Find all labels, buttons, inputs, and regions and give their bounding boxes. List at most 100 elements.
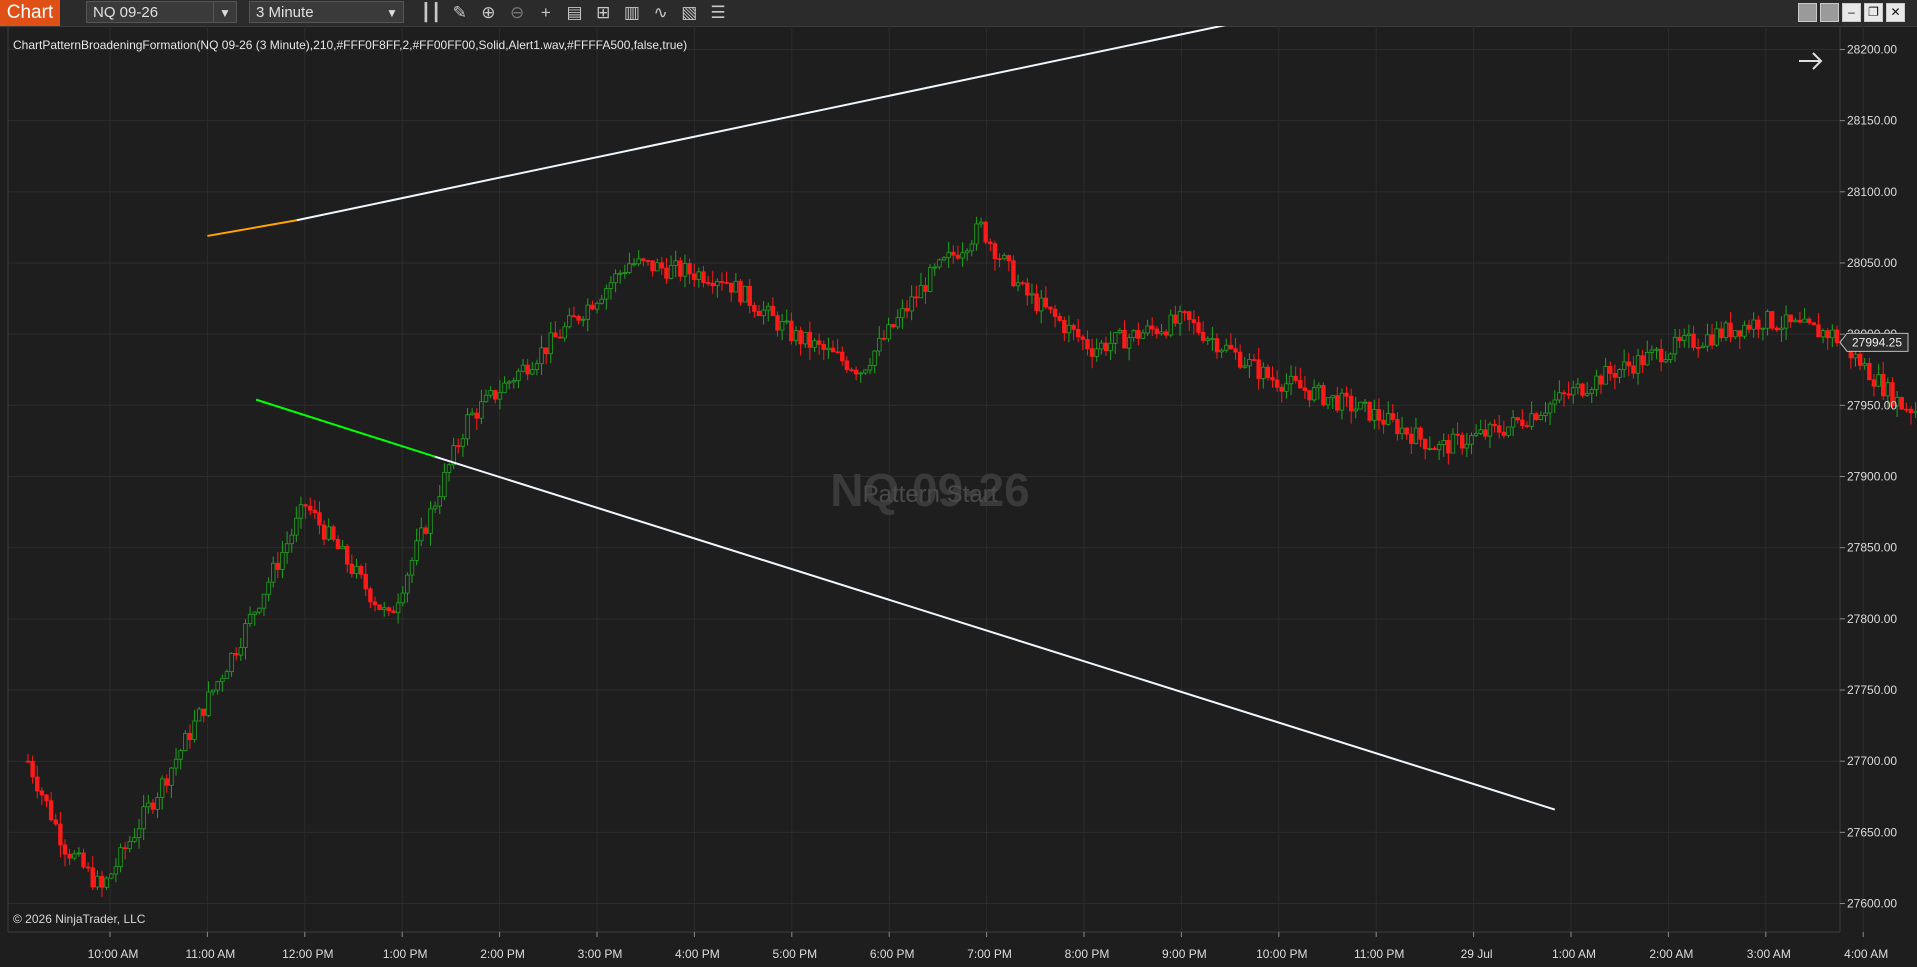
candle-body bbox=[1339, 392, 1345, 411]
template-icon[interactable]: ▧ bbox=[677, 2, 701, 24]
minimize-icon[interactable]: – bbox=[1842, 3, 1861, 22]
pattern-line-upper[interactable] bbox=[296, 26, 1279, 222]
candle-body bbox=[840, 351, 845, 362]
candle-body bbox=[1441, 440, 1446, 445]
candle-body bbox=[1251, 359, 1257, 361]
tile-icon[interactable] bbox=[1798, 3, 1817, 22]
candle-body bbox=[1617, 369, 1622, 378]
candle-body bbox=[187, 732, 193, 741]
time-axis[interactable]: 10:00 AM 11:00 AM 12:00 PM 1:00 PM 2:00 PM 3:… bbox=[88, 932, 1889, 961]
candle-body bbox=[368, 588, 373, 603]
candle-body bbox=[1284, 383, 1289, 392]
candle-body bbox=[1196, 322, 1201, 333]
chart-style-icon[interactable]: ▥ bbox=[620, 2, 644, 24]
candle-body bbox=[62, 844, 68, 855]
candle-body bbox=[497, 392, 503, 400]
candle-body bbox=[821, 343, 826, 350]
strategy-icon[interactable]: ∿ bbox=[649, 2, 673, 24]
pattern-line-upper-start[interactable] bbox=[207, 219, 297, 237]
data-box-icon[interactable]: ▤ bbox=[563, 2, 587, 24]
candle-body bbox=[687, 263, 692, 275]
candle-body bbox=[580, 318, 586, 321]
candle-body bbox=[1899, 397, 1904, 410]
properties-icon[interactable]: ⊞ bbox=[591, 2, 615, 24]
candle-body bbox=[1885, 382, 1891, 397]
candle-body bbox=[766, 305, 771, 311]
chart-toolbar: Chart NQ 09-26 ▼ 3 Minute ▼ ┃┃ ✎ ⊕ ⊖ + ▤ ⊞ ▥ ∿ ▧ ☰… bbox=[0, 0, 1917, 27]
candle-body bbox=[1742, 324, 1747, 337]
candle-body bbox=[1756, 319, 1761, 330]
candle-body bbox=[974, 223, 979, 245]
list-icon[interactable]: ☰ bbox=[706, 2, 730, 24]
candle-body bbox=[1769, 311, 1775, 329]
candle-body bbox=[1048, 306, 1053, 310]
chart-tab[interactable]: Chart bbox=[0, 0, 60, 26]
instrument-selector[interactable]: NQ 09-26 ▼ bbox=[86, 1, 237, 23]
candle-body bbox=[668, 264, 674, 279]
close-icon[interactable]: ✕ bbox=[1886, 3, 1905, 22]
candle-body bbox=[1062, 320, 1067, 334]
time-tick-label: 29 Jul bbox=[1461, 947, 1493, 961]
candle-body bbox=[1807, 318, 1812, 324]
candle-body bbox=[641, 258, 646, 261]
candle-body bbox=[173, 758, 179, 769]
candle-body bbox=[1219, 349, 1224, 353]
chevron-down-icon[interactable]: ▼ bbox=[381, 2, 403, 22]
draw-pencil-icon[interactable]: ✎ bbox=[448, 2, 472, 24]
current-price-label: 27994.25 bbox=[1852, 335, 1902, 349]
candle-body bbox=[807, 331, 813, 348]
candle-body bbox=[164, 778, 169, 786]
candle-body bbox=[992, 243, 998, 260]
candle-body bbox=[784, 320, 789, 323]
time-tick-label: 3:00 AM bbox=[1747, 947, 1791, 961]
candle-body bbox=[271, 562, 276, 583]
zoom-in-icon[interactable]: ⊕ bbox=[476, 2, 500, 24]
interval-selector[interactable]: 3 Minute ▼ bbox=[249, 1, 404, 23]
candle-body bbox=[534, 363, 540, 371]
candle-body bbox=[1793, 319, 1798, 323]
price-tick-label: 28200.00 bbox=[1847, 42, 1897, 56]
candle-body bbox=[830, 347, 836, 353]
candle-body bbox=[183, 732, 188, 751]
candle-body bbox=[696, 271, 702, 280]
zoom-out-icon[interactable]: ⊖ bbox=[505, 2, 529, 24]
restore-icon[interactable]: ❐ bbox=[1864, 3, 1883, 22]
chevron-down-icon[interactable]: ▼ bbox=[213, 2, 236, 22]
candle-body bbox=[1001, 255, 1007, 260]
pattern-line-lower-start[interactable] bbox=[255, 398, 435, 458]
candle-body bbox=[1908, 408, 1914, 414]
right-arrow-icon[interactable] bbox=[1799, 52, 1823, 70]
crosshair-icon[interactable]: + bbox=[534, 2, 558, 24]
candle-body bbox=[1830, 329, 1835, 339]
candle-body bbox=[1635, 355, 1641, 374]
candle-body bbox=[867, 365, 873, 371]
pattern-start-watermark: Pattern Start bbox=[863, 481, 998, 508]
candle-body bbox=[539, 347, 544, 365]
candle-body bbox=[853, 369, 859, 375]
bar-style-icon[interactable]: ┃┃ bbox=[419, 2, 443, 24]
candle-body bbox=[1719, 328, 1724, 338]
candle-body bbox=[1682, 335, 1687, 341]
candle-body bbox=[890, 324, 896, 328]
candle-body bbox=[1321, 385, 1326, 406]
candle-body bbox=[1325, 397, 1331, 406]
candle-body bbox=[877, 337, 882, 352]
candle-body bbox=[1353, 408, 1359, 412]
candle-body bbox=[363, 573, 368, 590]
chart-area[interactable]: NQ 09-26 Pattern Start ABC ChartPatternB… bbox=[0, 26, 1917, 967]
candle-body bbox=[1182, 311, 1187, 314]
candle-body bbox=[608, 282, 614, 289]
snap-icon[interactable] bbox=[1820, 3, 1839, 22]
candle-body bbox=[122, 847, 128, 850]
price-tick-label: 27700.00 bbox=[1847, 754, 1897, 768]
price-axis[interactable]: 28200.0028150.0028100.0028050.0028000.00… bbox=[1840, 42, 1897, 911]
candle-body bbox=[331, 526, 336, 540]
price-tick-label: 27850.00 bbox=[1847, 541, 1897, 555]
candle-body bbox=[169, 767, 174, 786]
candle-body bbox=[400, 592, 405, 604]
time-tick-label: 10:00 AM bbox=[88, 947, 139, 961]
candle-body bbox=[1904, 408, 1909, 411]
candle-body bbox=[1598, 375, 1604, 385]
candle-body bbox=[326, 526, 331, 540]
candle-body bbox=[35, 776, 40, 792]
